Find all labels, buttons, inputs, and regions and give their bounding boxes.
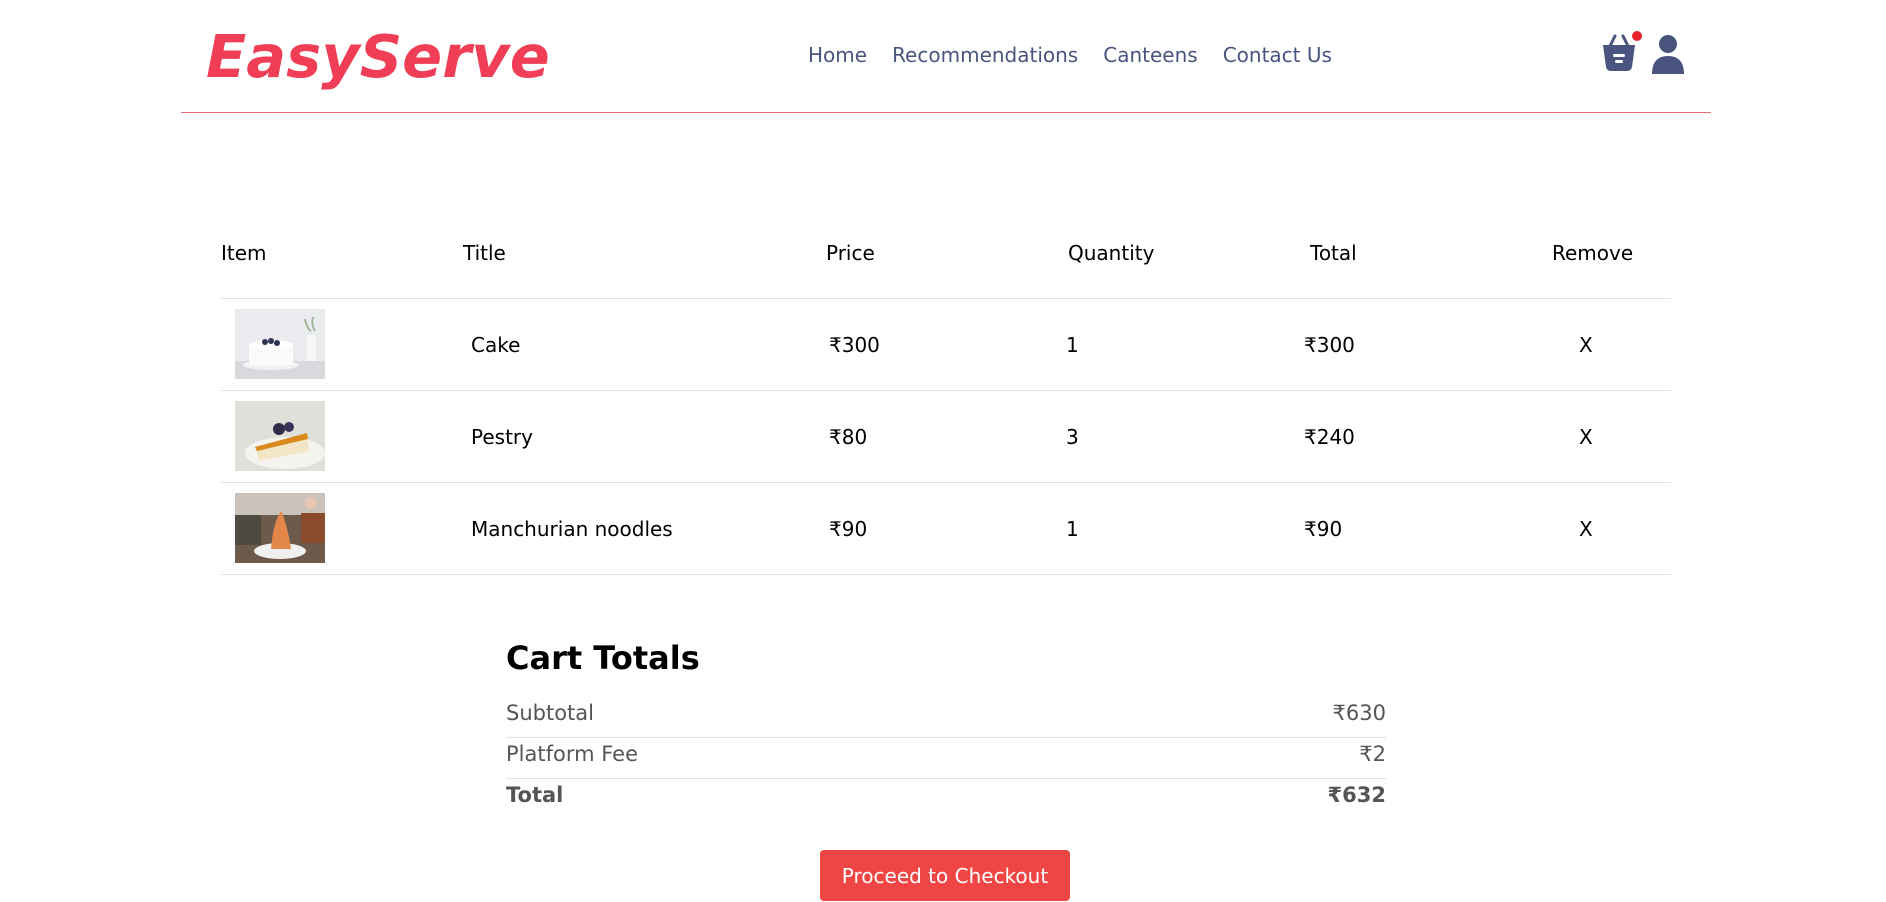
logo[interactable]: EasyServe — [206, 22, 550, 92]
item-price: ₹80 — [829, 425, 868, 449]
nav-menu: Home Recommendations Canteens Contact Us — [808, 40, 1332, 70]
total-row: Total ₹632 — [506, 780, 1386, 810]
divider — [221, 298, 1671, 299]
remove-button[interactable]: X — [1579, 422, 1593, 452]
user-icon[interactable] — [1651, 34, 1685, 74]
total-value: ₹632 — [1327, 783, 1386, 807]
item-quantity: 1 — [1066, 333, 1079, 357]
item-title: Pestry — [471, 425, 533, 449]
nav-contact-us[interactable]: Contact Us — [1223, 40, 1332, 70]
divider — [221, 482, 1671, 483]
subtotal-label: Subtotal — [506, 701, 594, 725]
item-quantity: 3 — [1066, 425, 1079, 449]
nav-home[interactable]: Home — [808, 40, 867, 70]
remove-button[interactable]: X — [1579, 330, 1593, 360]
header-total: Total — [1310, 241, 1357, 265]
item-total: ₹300 — [1304, 333, 1355, 357]
item-title: Manchurian noodles — [471, 517, 673, 541]
pastry-image — [235, 401, 325, 471]
nav-canteens[interactable]: Canteens — [1103, 40, 1197, 70]
divider — [506, 778, 1386, 779]
header-quantity: Quantity — [1068, 241, 1155, 265]
divider — [506, 737, 1386, 738]
cart-header-row: Item Title Price Quantity Total Remove — [221, 238, 1671, 268]
remove-button[interactable]: X — [1579, 514, 1593, 544]
divider — [221, 390, 1671, 391]
subtotal-row: Subtotal ₹630 — [506, 698, 1386, 728]
cart-totals-title: Cart Totals — [506, 639, 700, 677]
item-price: ₹90 — [829, 517, 868, 541]
navbar: EasyServe Home Recommendations Canteens … — [181, 0, 1711, 113]
cart-notification-dot — [1632, 31, 1642, 41]
item-total: ₹240 — [1304, 425, 1355, 449]
cart-row: Pestry ₹80 3 ₹240 X — [221, 392, 1671, 482]
item-quantity: 1 — [1066, 517, 1079, 541]
platform-fee-value: ₹2 — [1359, 742, 1386, 766]
total-label: Total — [506, 783, 564, 807]
header-item: Item — [221, 241, 267, 265]
header-title: Title — [463, 241, 506, 265]
item-title: Cake — [471, 333, 521, 357]
platform-fee-label: Platform Fee — [506, 742, 639, 766]
proceed-to-checkout-button[interactable]: Proceed to Checkout — [820, 850, 1070, 901]
cart-row: Cake ₹300 1 ₹300 X — [221, 300, 1671, 390]
nav-recommendations[interactable]: Recommendations — [892, 40, 1078, 70]
noodles-image — [235, 493, 325, 563]
cart-row: Manchurian noodles ₹90 1 ₹90 X — [221, 484, 1671, 574]
item-total: ₹90 — [1304, 517, 1343, 541]
header-price: Price — [826, 241, 875, 265]
platform-fee-row: Platform Fee ₹2 — [506, 739, 1386, 769]
item-price: ₹300 — [829, 333, 880, 357]
divider — [221, 574, 1671, 575]
cake-image — [235, 309, 325, 379]
header-remove: Remove — [1552, 241, 1634, 265]
subtotal-value: ₹630 — [1332, 701, 1386, 725]
